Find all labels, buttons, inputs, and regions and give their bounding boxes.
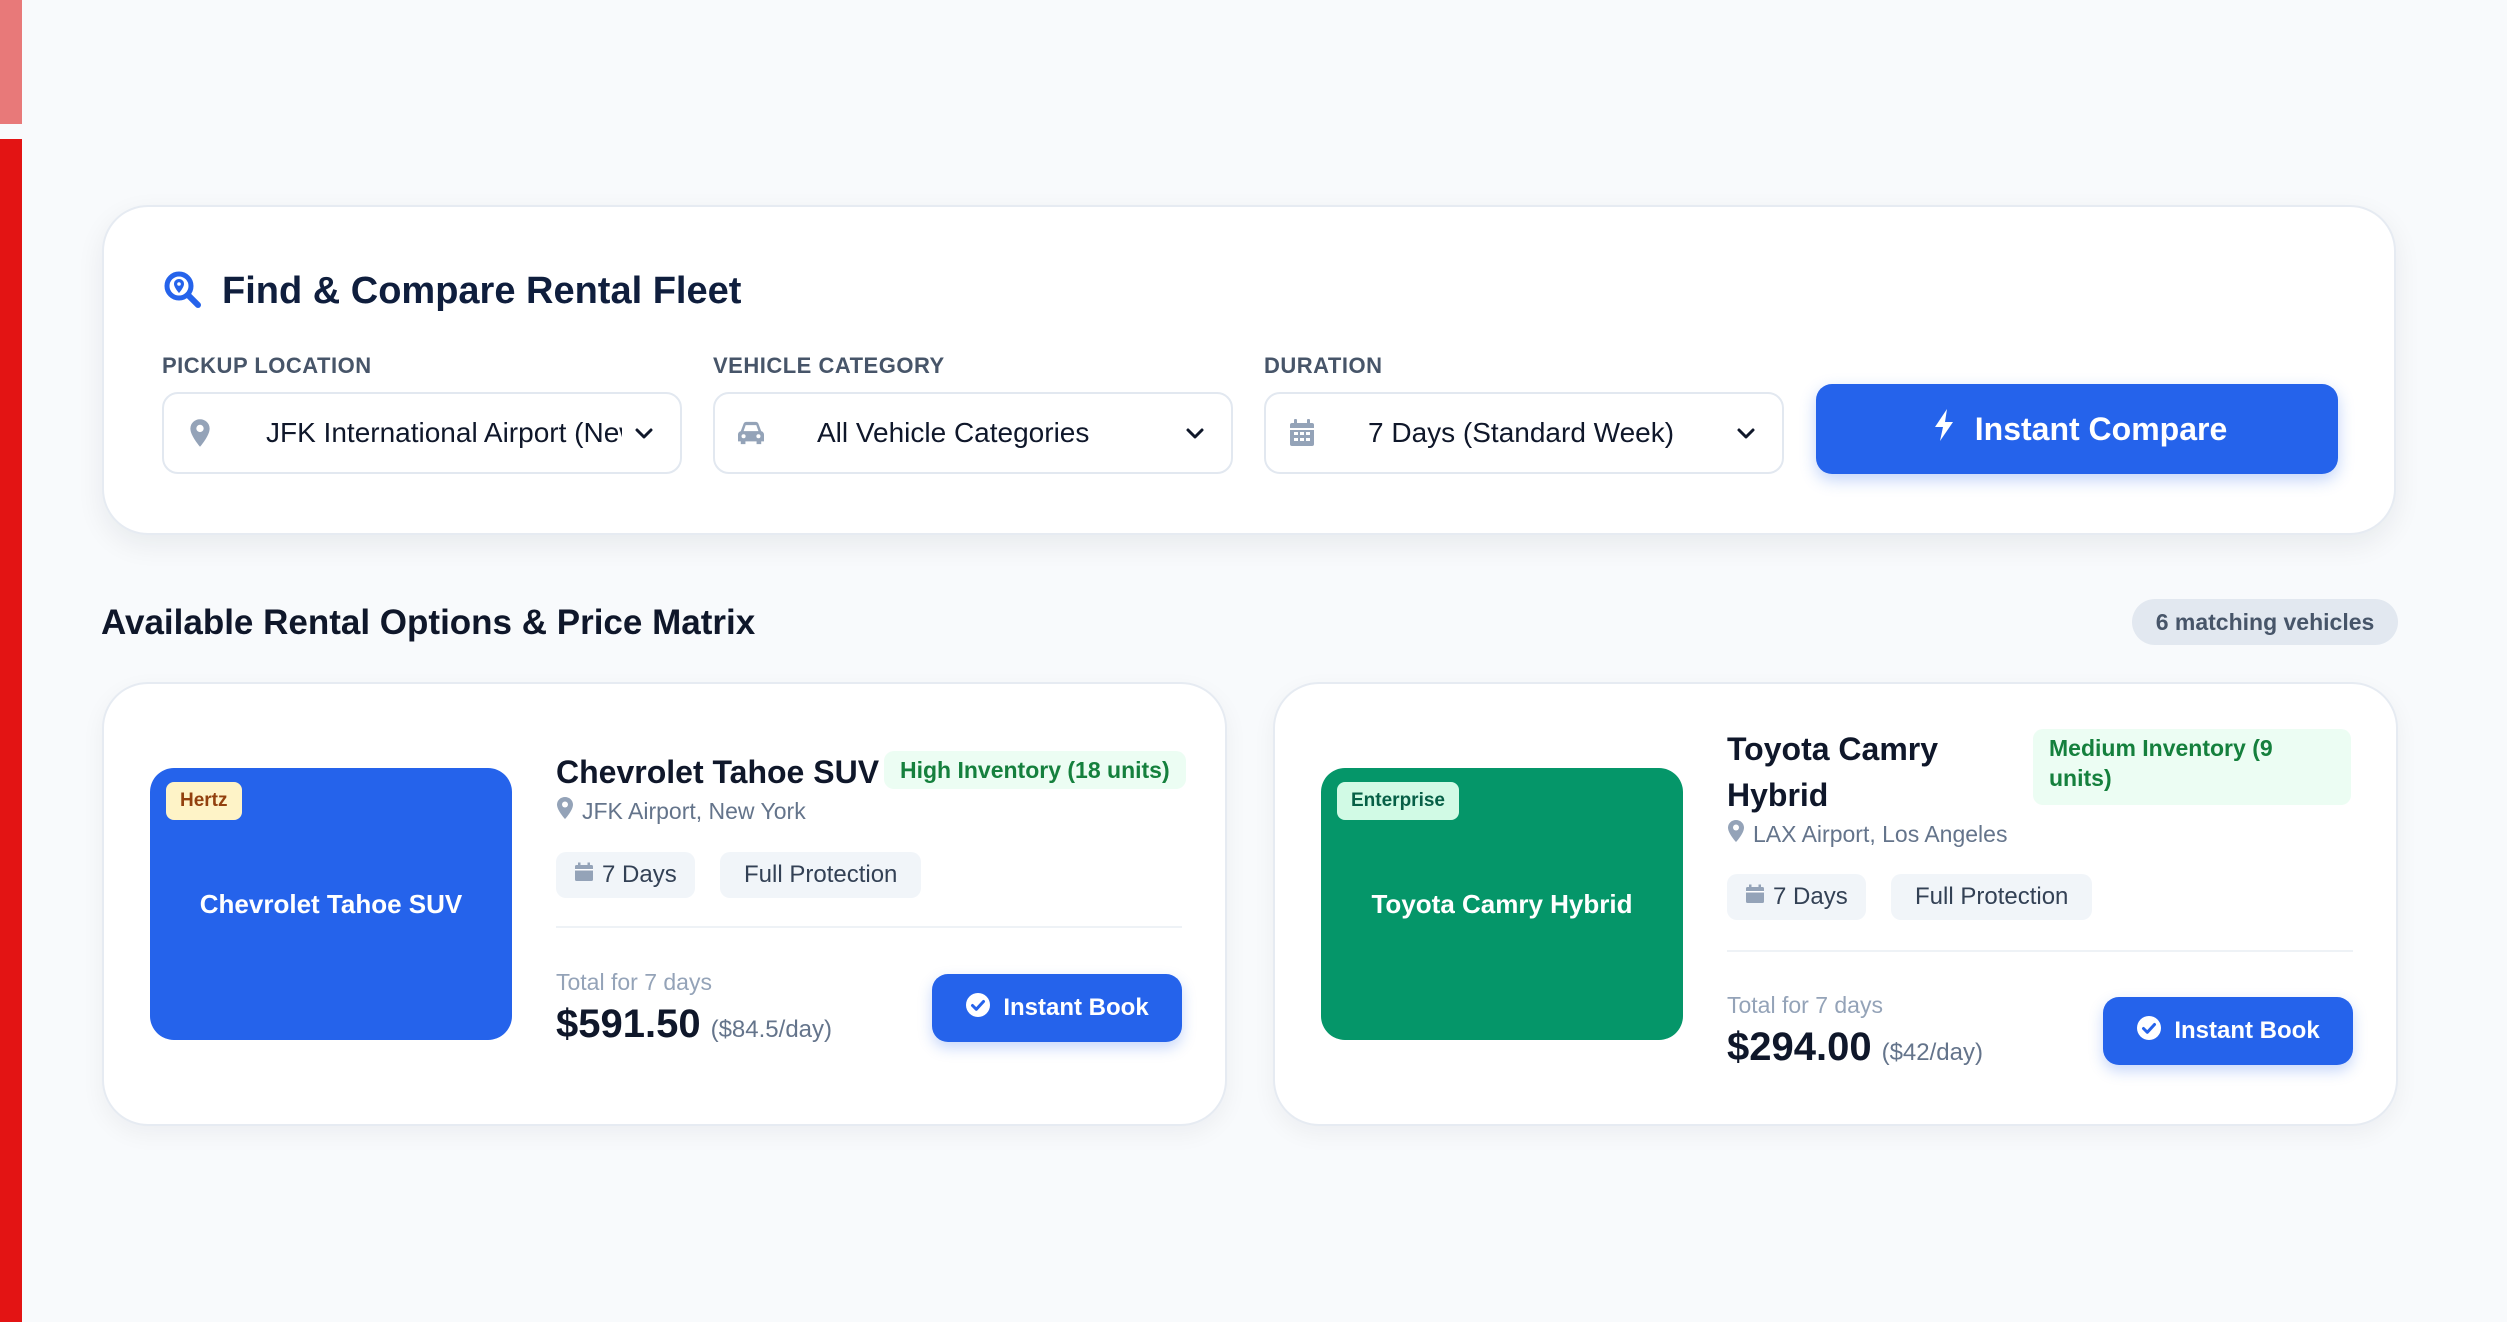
inventory-badge: High Inventory (18 units) <box>884 751 1186 789</box>
total-price: $294.00 <box>1727 1025 1872 1069</box>
matching-count-badge: 6 matching vehicles <box>2132 599 2398 645</box>
vehicle-category-label: VEHICLE CATEGORY <box>713 353 945 378</box>
inventory-badge-line: Medium Inventory (9 <box>2049 735 2273 761</box>
vehicle-category-value: All Vehicle Categories <box>817 417 1090 448</box>
vehicle-location: LAX Airport, Los Angeles <box>1727 819 2007 849</box>
inventory-badge-line: units) <box>2049 765 2112 791</box>
car-icon <box>735 417 767 449</box>
instant-book-label: Instant Book <box>2174 1017 2320 1044</box>
inventory-badge: Medium Inventory (9 units) <box>2033 729 2351 805</box>
search-panel-header: Find & Compare Rental Fleet <box>162 269 741 314</box>
search-panel: Find & Compare Rental Fleet PICKUP LOCAT… <box>102 205 2396 535</box>
vehicle-location-text: LAX Airport, Los Angeles <box>1753 820 2008 847</box>
left-rail <box>0 139 22 1322</box>
chevron-down-icon <box>1734 421 1758 445</box>
calendar-icon <box>1745 883 1765 911</box>
brand-tag: Enterprise <box>1337 782 1459 820</box>
daily-rate: ($42/day) <box>1881 1039 1983 1066</box>
duration-chip: 7 Days <box>556 852 695 898</box>
price: $294.00 ($42/day) <box>1727 1025 1983 1070</box>
vehicle-thumbnail: Hertz Chevrolet Tahoe SUV <box>150 768 512 1040</box>
duration-chip: 7 Days <box>1727 874 1866 920</box>
vehicle-thumbnail-label: Chevrolet Tahoe SUV <box>199 888 463 919</box>
left-rail-top <box>0 0 22 124</box>
vehicle-card: Hertz Chevrolet Tahoe SUV Chevrolet Taho… <box>102 682 1227 1126</box>
duration-value: 7 Days (Standard Week) <box>1368 417 1675 448</box>
vehicle-name: Chevrolet Tahoe SUV <box>556 754 880 790</box>
chevron-down-icon <box>1183 421 1207 445</box>
chevron-down-icon <box>632 421 656 445</box>
instant-book-button[interactable]: Instant Book <box>932 974 1182 1042</box>
vehicle-thumbnail: Enterprise Toyota Camry Hybrid <box>1321 768 1683 1040</box>
total-label: Total for 7 days <box>1727 992 1883 1018</box>
protection-chip: Full Protection <box>720 852 922 898</box>
vehicle-name-line: Hybrid <box>1727 777 1829 813</box>
vehicle-category-select[interactable]: All Vehicle Categories <box>713 392 1233 474</box>
brand-tag: Hertz <box>166 782 242 820</box>
total-price: $591.50 <box>556 1002 701 1046</box>
duration-chip-label: 7 Days <box>1773 883 1848 910</box>
vehicle-thumbnail-label: Toyota Camry Hybrid <box>1371 888 1633 919</box>
duration-label: DURATION <box>1264 353 1383 378</box>
total-label: Total for 7 days <box>556 969 712 995</box>
map-pin-icon <box>1727 819 1745 849</box>
vehicle-name: Toyota Camry Hybrid <box>1727 726 1938 818</box>
pickup-location-value: JFK International Airport (New <box>266 417 622 448</box>
map-pin-icon <box>184 417 216 449</box>
bolt-icon <box>1927 408 1961 450</box>
instant-compare-button[interactable]: Instant Compare <box>1816 384 2338 474</box>
search-panel-title: Find & Compare Rental Fleet <box>222 270 742 312</box>
vehicle-location-text: JFK Airport, New York <box>582 797 806 824</box>
check-circle-icon <box>965 992 991 1025</box>
duration-select[interactable]: 7 Days (Standard Week) <box>1264 392 1784 474</box>
vehicle-location: JFK Airport, New York <box>556 796 806 826</box>
pickup-location-label: PICKUP LOCATION <box>162 353 372 378</box>
calendar-icon <box>574 861 594 889</box>
protection-chip: Full Protection <box>1891 874 2093 920</box>
instant-book-label: Instant Book <box>1003 994 1149 1021</box>
card-divider <box>1727 950 2353 952</box>
search-location-icon <box>162 269 202 314</box>
instant-book-button[interactable]: Instant Book <box>2103 997 2353 1065</box>
vehicle-card: Enterprise Toyota Camry Hybrid Toyota Ca… <box>1273 682 2398 1126</box>
duration-chip-label: 7 Days <box>602 861 677 888</box>
check-circle-icon <box>2136 1015 2162 1048</box>
instant-compare-label: Instant Compare <box>1974 410 2228 447</box>
results-section-title: Available Rental Options & Price Matrix <box>101 603 756 642</box>
card-divider <box>556 926 1182 928</box>
pickup-location-select[interactable]: JFK International Airport (New <box>162 392 682 474</box>
price: $591.50 ($84.5/day) <box>556 1002 832 1047</box>
map-pin-icon <box>556 796 574 826</box>
daily-rate: ($84.5/day) <box>710 1016 832 1043</box>
calendar-icon <box>1286 417 1318 449</box>
vehicle-name-line: Toyota Camry <box>1727 731 1939 767</box>
